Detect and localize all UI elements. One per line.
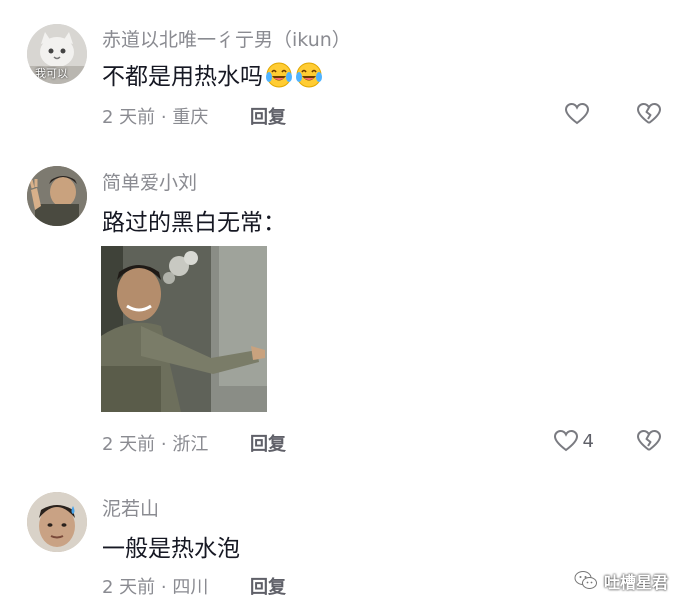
comment-text-content: 不都是用热水吗 [102, 64, 263, 90]
dislike-button[interactable] [636, 429, 662, 457]
comment-meta: 2 天前 · 四川 [102, 577, 209, 598]
broken-heart-icon [637, 430, 661, 451]
comment-text: 不都是用热水吗 [102, 57, 323, 95]
broken-heart-icon [637, 103, 661, 124]
comment-author[interactable]: 简单爱小刘 [102, 168, 197, 195]
comment-meta: 2 天前 · 浙江 [102, 434, 209, 455]
dislike-button[interactable] [636, 102, 662, 130]
like-button[interactable] [564, 102, 594, 126]
comment-author[interactable]: 赤道以北唯一彳亍男（ikun） [102, 25, 351, 52]
reply-button[interactable]: 回复 [250, 103, 286, 129]
comment-meta: 2 天前 · 重庆 [102, 107, 209, 128]
like-count: 4 [582, 430, 594, 452]
watermark-label: 吐槽星君 [603, 573, 668, 592]
reply-button[interactable]: 回复 [250, 430, 286, 456]
comment-author[interactable]: 泥若山 [102, 494, 159, 521]
like-button[interactable]: 4 [553, 429, 594, 453]
reply-button[interactable]: 回复 [250, 573, 286, 599]
heart-outline-icon [553, 429, 578, 452]
avatar[interactable]: 我可以 [27, 24, 87, 84]
sticker-image[interactable] [101, 246, 267, 412]
laughing-tears-emoji-icon [295, 61, 323, 95]
wechat-icon [574, 571, 597, 589]
heart-outline-icon [564, 102, 590, 125]
avatar[interactable] [27, 492, 87, 552]
avatar[interactable] [27, 166, 87, 226]
watermark: 吐槽星君 [574, 569, 668, 593]
comment-text: 路过的黑白无常： [102, 210, 286, 236]
laughing-tears-emoji-icon [265, 61, 293, 95]
avatar-caption: 我可以 [35, 67, 68, 80]
comment-text: 一般是热水泡 [102, 536, 240, 562]
